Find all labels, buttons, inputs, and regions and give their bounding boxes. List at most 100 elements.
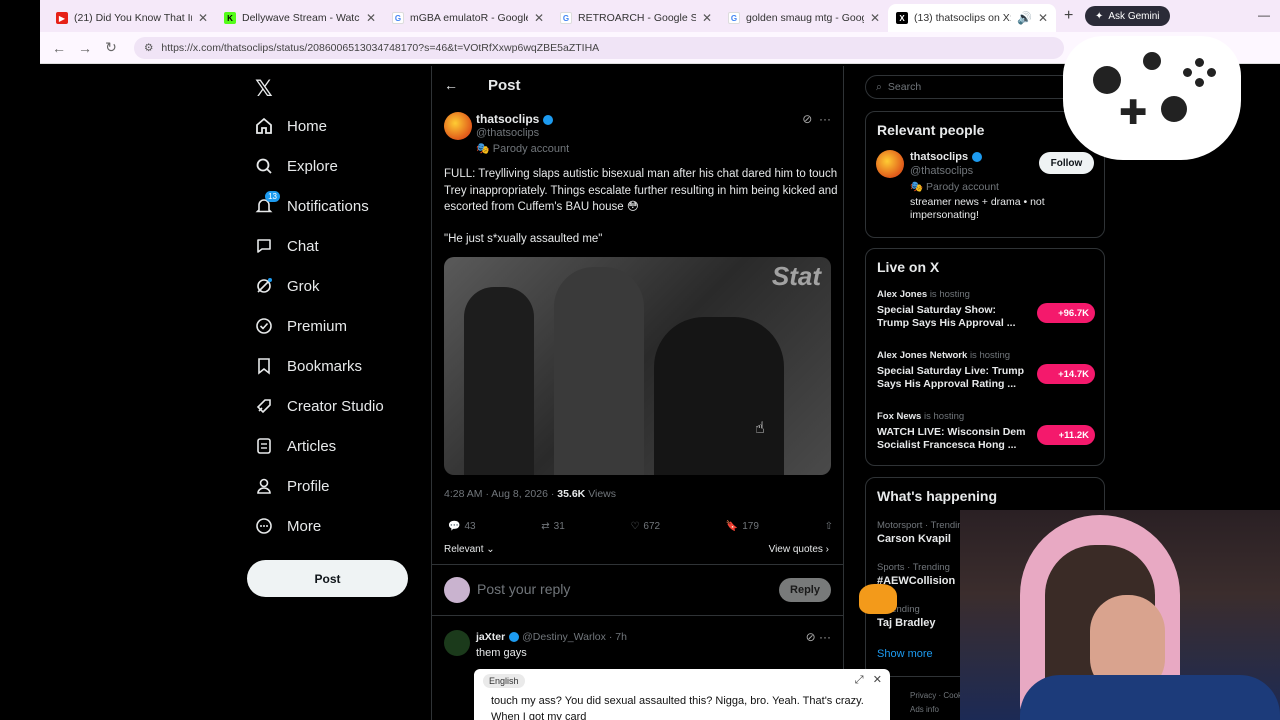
reply-input[interactable]: Post your reply — [477, 581, 570, 597]
trend-item[interactable]: Sports · Trending #AEWCollision — [877, 562, 955, 587]
browser-tab[interactable]: ▶(21) Did You Know That In R✕ — [48, 4, 216, 32]
card-title: What's happening — [877, 488, 997, 504]
new-tab-button[interactable]: + — [1064, 7, 1073, 25]
nav-item-more[interactable]: More — [255, 506, 321, 546]
browser-tab[interactable]: GRETROARCH - Google Searc✕ — [552, 4, 720, 32]
forward-button[interactable]: → — [72, 40, 98, 56]
mask-icon: 🎭 — [476, 143, 493, 155]
article-icon — [255, 437, 273, 455]
chevron-down-icon: ⌄ — [483, 544, 495, 555]
parody-label: 🎭 Parody account — [910, 181, 999, 193]
chevron-right-icon: › — [822, 544, 829, 555]
live-item[interactable]: Alex Jones is hosting Special Saturday S… — [877, 289, 1097, 330]
person-bio: streamer news + drama • not impersonatin… — [910, 196, 1045, 221]
webcam-figure — [1020, 675, 1280, 720]
repost-button[interactable]: ⇄ 31 — [541, 521, 565, 532]
google-icon: G — [392, 12, 404, 24]
xbox-logo-icon — [1143, 52, 1161, 70]
person-name[interactable]: thatsoclips @thatsoclips — [910, 150, 983, 178]
reply-button[interactable]: 💬 43 — [448, 521, 476, 532]
nav-item-chat[interactable]: Chat — [255, 226, 319, 266]
live-item[interactable]: Fox News is hosting WATCH LIVE: Wisconsi… — [877, 411, 1097, 452]
live-caption-panel: English ⤢ ✕ touch my ass? You did sexual… — [474, 669, 890, 720]
x-logo-icon: X — [896, 12, 908, 24]
nav-item-explore[interactable]: Explore — [255, 146, 338, 186]
face-button-icon — [1195, 78, 1204, 87]
avatar[interactable] — [444, 112, 472, 140]
window-controls[interactable]: — — [1258, 8, 1270, 22]
share-button[interactable]: ⇧ — [825, 521, 833, 532]
back-arrow-icon[interactable]: ← — [444, 77, 458, 93]
live-on-x-card: Live on X Alex Jones is hosting Special … — [865, 248, 1105, 466]
google-icon: G — [728, 12, 740, 24]
close-icon[interactable]: ✕ — [366, 11, 376, 25]
video-figure — [554, 267, 644, 475]
nav-item-premium[interactable]: Premium — [255, 306, 347, 346]
site-info-icon[interactable]: ⚙ — [144, 42, 153, 54]
right-stick-icon — [1161, 96, 1187, 122]
expand-icon[interactable]: ⤢ — [855, 674, 864, 686]
post-button[interactable]: Post — [247, 560, 408, 597]
face-button-icon — [1207, 68, 1216, 77]
nav-item-grok[interactable]: Grok — [255, 266, 320, 306]
listener-count: +14.7K — [1037, 364, 1095, 384]
reply-submit-button[interactable]: Reply — [779, 578, 831, 602]
reply-author[interactable]: jaXter @Destiny_Warlox · 7h — [476, 631, 627, 643]
gemini-icon: ✦ — [1095, 10, 1104, 22]
nav-item-home[interactable]: Home — [255, 106, 327, 146]
sort-dropdown[interactable]: Relevant ⌄ — [444, 544, 495, 555]
close-icon[interactable]: ✕ — [873, 674, 882, 686]
ask-gemini-button[interactable]: ✦ Ask Gemini — [1085, 6, 1170, 26]
post-header: ← Post — [432, 66, 843, 104]
bookmark-icon — [255, 357, 273, 375]
post-video[interactable]: Stat — [444, 257, 831, 475]
caption-controls[interactable]: ⤢ ✕ — [855, 673, 882, 687]
show-more-link[interactable]: Show more — [877, 648, 933, 660]
premium-icon — [255, 317, 273, 335]
post-column: ← Post thatsoclips @thatsoclips 🎭 Parody… — [431, 66, 844, 720]
caption-language[interactable]: English — [483, 674, 525, 688]
follow-button[interactable]: Follow — [1039, 152, 1094, 174]
search-input[interactable]: ⌕ Search — [865, 75, 1075, 99]
close-icon[interactable]: ✕ — [534, 11, 544, 25]
more-options-icon[interactable]: ⊘ ··· — [806, 630, 831, 644]
close-icon[interactable]: ✕ — [870, 11, 880, 25]
trend-item[interactable]: Motorsport · Trending Carson Kvapil — [877, 520, 968, 545]
close-icon[interactable]: ✕ — [702, 11, 712, 25]
back-button[interactable]: ← — [46, 40, 72, 56]
browser-tab[interactable]: Ggolden smaug mtg - Google ✕ — [720, 4, 888, 32]
more-options-icon[interactable]: ··· — [819, 112, 831, 126]
browser-tab[interactable]: GmGBA emulatoR - Google Se✕ — [384, 4, 552, 32]
live-item[interactable]: Alex Jones Network is hosting Special Sa… — [877, 350, 1097, 391]
x-logo-icon[interactable]: 𝕏 — [255, 76, 273, 102]
nav-item-creator-studio[interactable]: Creator Studio — [255, 386, 384, 426]
grok-icon[interactable]: ⊘ — [802, 112, 812, 126]
close-icon[interactable]: ✕ — [1038, 11, 1048, 25]
heart-icon: ♡ — [630, 521, 640, 532]
avatar[interactable] — [444, 630, 470, 656]
kick-icon: K — [224, 12, 236, 24]
bookmark-button[interactable]: 🔖 179 — [726, 521, 759, 532]
post-text: FULL: Treylliving slaps autistic bisexua… — [444, 168, 838, 213]
close-icon[interactable]: ✕ — [198, 11, 208, 25]
page-title: Post — [488, 76, 521, 94]
reload-button[interactable]: ↻ — [98, 39, 124, 56]
view-quotes-link[interactable]: View quotes › — [769, 544, 829, 555]
browser-tab-active[interactable]: X(13) thatsoclips on X: "F🔊✕ — [888, 4, 1056, 32]
post-author[interactable]: thatsoclips @thatsoclips — [476, 112, 554, 140]
nav-item-profile[interactable]: Profile — [255, 466, 330, 506]
nav-item-notifications[interactable]: 13 Notifications — [255, 186, 369, 226]
avatar[interactable] — [876, 150, 904, 178]
home-icon — [255, 117, 273, 135]
listener-count: +11.2K — [1037, 425, 1095, 445]
post-options: ⊘ ··· — [802, 112, 831, 126]
video-watermark: Stat — [771, 261, 821, 291]
like-button[interactable]: ♡ 672 — [630, 521, 660, 532]
browser-tab[interactable]: KDellywave Stream - Watch L✕ — [216, 4, 384, 32]
search-icon: ⌕ — [876, 80, 882, 93]
nav-item-bookmarks[interactable]: Bookmarks — [255, 346, 362, 386]
speaker-icon[interactable]: 🔊 — [1017, 11, 1032, 25]
nav-item-articles[interactable]: Articles — [255, 426, 336, 466]
parody-label: 🎭 Parody account — [476, 143, 570, 155]
url-field[interactable]: ⚙ https://x.com/thatsoclips/status/208600… — [134, 36, 1064, 59]
